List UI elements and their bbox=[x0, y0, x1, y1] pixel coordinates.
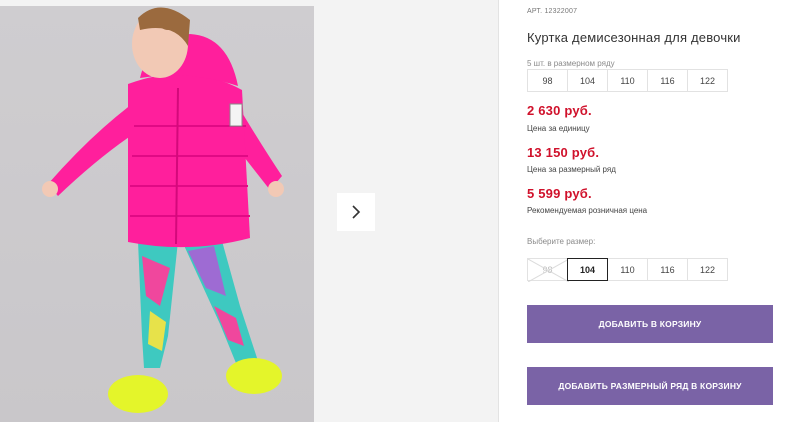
unit-price: 2 630 руб. bbox=[527, 103, 592, 118]
size-option-122[interactable]: 122 bbox=[687, 258, 728, 281]
sku-label: АРТ. bbox=[527, 8, 543, 15]
add-pack-to-cart-button[interactable]: ДОБАВИТЬ РАЗМЕРНЫЙ РЯД В КОРЗИНУ bbox=[527, 367, 773, 405]
pack-note: 5 шт. в размерном ряду bbox=[527, 59, 615, 68]
pack-price: 13 150 руб. bbox=[527, 145, 600, 160]
size-option-116[interactable]: 116 bbox=[647, 258, 688, 281]
product-title: Куртка демисезонная для девочки bbox=[527, 30, 741, 45]
pack-size-cell: 122 bbox=[687, 69, 728, 92]
chevron-right-icon bbox=[352, 205, 361, 219]
pack-size-cell: 104 bbox=[567, 69, 608, 92]
sku-value: 12322007 bbox=[544, 8, 578, 15]
retail-price-label: Рекомендуемая розничная цена bbox=[527, 206, 648, 215]
pack-size-cell: 116 bbox=[647, 69, 688, 92]
product-sku: АРТ. 12322007 bbox=[527, 8, 577, 15]
pack-price-label: Цена за размерный ряд bbox=[527, 165, 616, 174]
pack-size-cell: 98 bbox=[527, 69, 568, 92]
size-selector: 98 104 110 116 122 bbox=[527, 258, 728, 282]
product-photo bbox=[0, 6, 314, 422]
gallery-next-button[interactable] bbox=[337, 193, 375, 231]
add-to-cart-button[interactable]: ДОБАВИТЬ В КОРЗИНУ bbox=[527, 305, 773, 343]
strikethrough-icon bbox=[528, 259, 569, 282]
pack-size-cell: 110 bbox=[607, 69, 648, 92]
size-option-104-selected[interactable]: 104 bbox=[567, 258, 608, 281]
unit-price-label: Цена за единицу bbox=[527, 124, 590, 133]
choose-size-label: Выберите размер: bbox=[527, 237, 596, 246]
retail-price: 5 599 руб. bbox=[527, 186, 592, 201]
size-option-110[interactable]: 110 bbox=[607, 258, 648, 281]
gallery-divider bbox=[498, 0, 499, 422]
product-gallery bbox=[0, 0, 499, 422]
size-option-98-unavailable[interactable]: 98 bbox=[527, 258, 569, 282]
girl-in-pink-jacket-image bbox=[42, 7, 284, 413]
pack-sizes: 98 104 110 116 122 bbox=[527, 69, 728, 92]
